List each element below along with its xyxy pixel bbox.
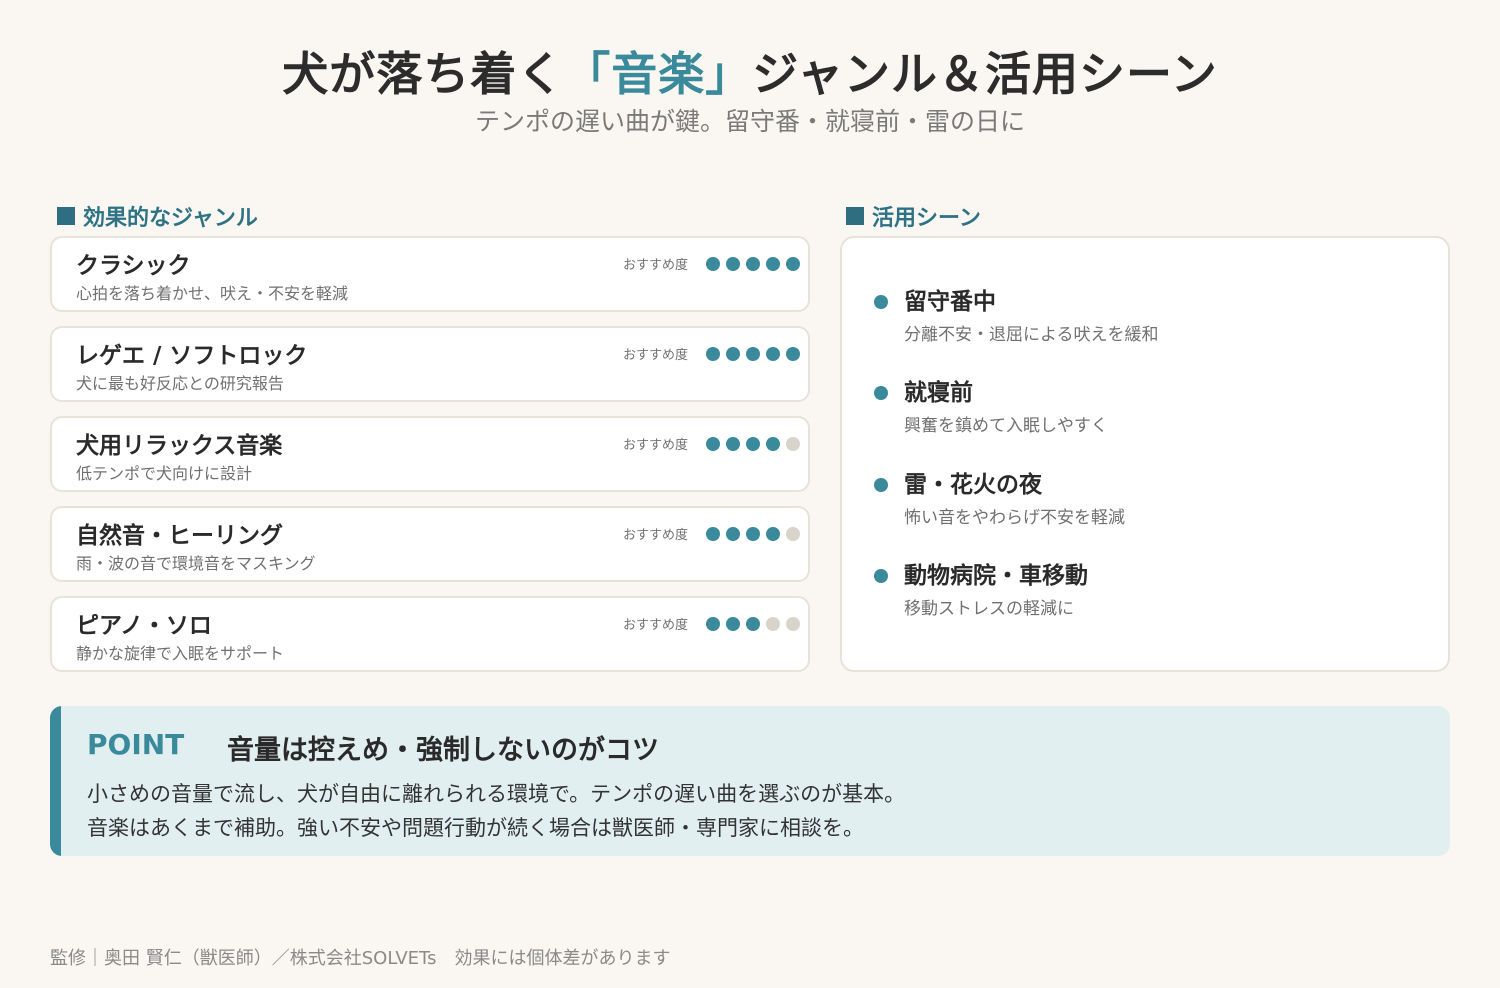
- genre-rating: おすすめ度: [623, 434, 800, 453]
- rating-dot-filled: [706, 526, 720, 541]
- rating-dot-filled: [746, 256, 760, 271]
- genre-desc: 静かな旋律で入眠をサポート: [76, 644, 285, 663]
- rating-dot-filled: [746, 436, 760, 451]
- point-callout: POINT 音量は控えめ・強制しないのがコツ 小さめの音量で流し、犬が自由に離れ…: [50, 706, 1450, 856]
- scene-desc: 移動ストレスの軽減に: [904, 599, 1074, 619]
- rating-dot-filled: [706, 616, 720, 631]
- scenes-section-label: 活用シーン: [846, 200, 981, 232]
- rating-dot-filled: [726, 256, 740, 271]
- genre-card: クラシック 心拍を落ち着かせ、吠え・不安を軽減 おすすめ度: [50, 236, 810, 312]
- rating-dot-filled: [746, 526, 760, 541]
- scene-title: 就寝前: [904, 380, 973, 406]
- rating-label: おすすめ度: [622, 618, 688, 633]
- genre-card: ピアノ・ソロ 静かな旋律で入眠をサポート おすすめ度: [50, 596, 810, 672]
- rating-dot-empty: [786, 526, 800, 541]
- rating-dot-filled: [746, 346, 760, 361]
- scene-title: 留守番中: [904, 289, 996, 315]
- square-icon: [57, 207, 75, 225]
- rating-dot-filled: [726, 346, 740, 361]
- bullet-icon: [874, 295, 888, 309]
- page-subtitle: テンポの遅い曲が鍵。留守番・就寝前・雷の日に: [474, 107, 1025, 136]
- genre-card: 自然音・ヒーリング 雨・波の音で環境音をマスキング おすすめ度: [50, 506, 810, 582]
- scenes-section-label-text: 活用シーン: [872, 206, 981, 231]
- rating-dot-filled: [786, 256, 800, 271]
- scene-title: 動物病院・車移動: [904, 563, 1088, 589]
- genre-desc: 心拍を落ち着かせ、吠え・不安を軽減: [76, 284, 349, 303]
- scene-desc: 分離不安・退屈による吠えを緩和: [904, 325, 1159, 345]
- rating-dot-filled: [726, 436, 740, 451]
- rating-dot-filled: [766, 436, 780, 451]
- rating-dot-filled: [726, 526, 740, 541]
- genre-card: レゲエ / ソフトロック 犬に最も好反応との研究報告 おすすめ度: [50, 326, 810, 402]
- rating-label: おすすめ度: [622, 438, 688, 453]
- rating-dot-filled: [706, 256, 720, 271]
- genre-name: レゲエ / ソフトロック: [76, 343, 308, 369]
- genre-desc: 犬に最も好反応との研究報告: [76, 374, 284, 393]
- rating-dot-filled: [766, 526, 780, 541]
- rating-dot-filled: [746, 616, 760, 631]
- genre-list: クラシック 心拍を落ち着かせ、吠え・不安を軽減 おすすめ度 レゲエ / ソフトロ…: [50, 236, 810, 686]
- bullet-icon: [874, 386, 888, 400]
- genre-name: ピアノ・ソロ: [76, 613, 212, 639]
- title-post: ジャンル＆活用シーン: [752, 47, 1218, 101]
- genres-section-label-text: 効果的なジャンル: [83, 206, 258, 231]
- rating-dot-empty: [766, 616, 780, 631]
- footer-credit: 監修｜奥田 賢仁（獣医師）／株式会社SOLVETs 効果には個体差があります: [50, 948, 671, 969]
- rating-dot-filled: [706, 436, 720, 451]
- bullet-icon: [874, 569, 888, 583]
- scene-desc: 怖い音をやわらげ不安を軽減: [904, 508, 1125, 528]
- genre-name: クラシック: [76, 253, 191, 279]
- infographic-page: 犬が落ち着く「音楽」ジャンル＆活用シーン テンポの遅い曲が鍵。留守番・就寝前・雷…: [0, 0, 1500, 988]
- scene-title: 雷・花火の夜: [904, 472, 1042, 498]
- genre-rating: おすすめ度: [623, 614, 800, 633]
- page-title: 犬が落ち着く「音楽」ジャンル＆活用シーン: [0, 38, 1500, 104]
- scene-desc: 興奮を鎮めて入眠しやすく: [904, 416, 1108, 436]
- rating-label: おすすめ度: [622, 528, 688, 543]
- genre-name: 犬用リラックス音楽: [76, 433, 283, 459]
- genre-desc: 低テンポで犬向けに設計: [76, 464, 253, 483]
- point-heading: 音量は控えめ・強制しないのがコツ: [227, 735, 659, 766]
- rating-dot-filled: [766, 346, 780, 361]
- rating-dot-filled: [726, 616, 740, 631]
- point-accent-bar: [50, 706, 61, 856]
- genre-rating: おすすめ度: [623, 344, 800, 363]
- rating-dot-filled: [766, 256, 780, 271]
- genres-section-label: 効果的なジャンル: [57, 200, 258, 232]
- point-text-line: 小さめの音量で流し、犬が自由に離れられる環境で。テンポの遅い曲を選ぶのが基本。: [87, 782, 906, 806]
- title-accent: 「音楽」: [564, 47, 753, 101]
- point-label: POINT: [87, 728, 185, 761]
- genre-rating: おすすめ度: [623, 254, 800, 273]
- scene-panel: 留守番中 分離不安・退屈による吠えを緩和 就寝前 興奮を鎮めて入眠しやすく 雷・…: [840, 236, 1450, 672]
- rating-dot-filled: [786, 346, 800, 361]
- genre-card: 犬用リラックス音楽 低テンポで犬向けに設計 おすすめ度: [50, 416, 810, 492]
- bullet-icon: [874, 478, 888, 492]
- rating-label: おすすめ度: [622, 348, 688, 363]
- genre-rating: おすすめ度: [623, 524, 800, 543]
- rating-dot-filled: [706, 346, 720, 361]
- square-icon: [846, 207, 864, 225]
- rating-dot-empty: [786, 436, 800, 451]
- rating-dot-empty: [786, 616, 800, 631]
- rating-label: おすすめ度: [622, 258, 688, 273]
- genre-name: 自然音・ヒーリング: [76, 523, 283, 549]
- genre-desc: 雨・波の音で環境音をマスキング: [76, 554, 316, 573]
- point-text-line: 音楽はあくまで補助。強い不安や問題行動が続く場合は獣医師・専門家に相談を。: [87, 816, 864, 840]
- title-pre: 犬が落ち着く: [282, 47, 565, 101]
